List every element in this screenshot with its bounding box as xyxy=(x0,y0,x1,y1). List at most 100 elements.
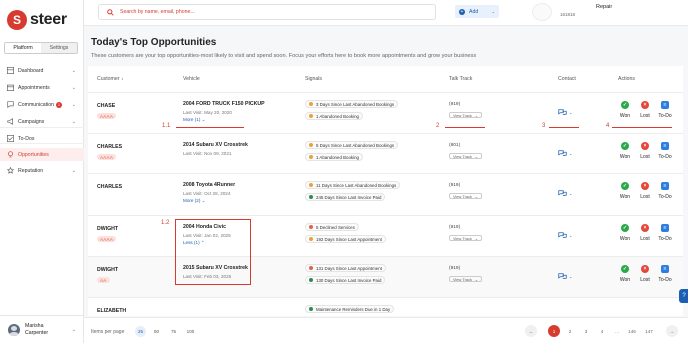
todo-label: To-Do xyxy=(658,154,672,160)
won-button[interactable]: ✓ Won xyxy=(616,224,634,242)
customer-name[interactable]: CHARLES xyxy=(97,144,122,150)
contact-button[interactable]: ⌄ xyxy=(558,190,572,196)
tab-settings[interactable]: Settings xyxy=(41,43,77,53)
search-input[interactable]: Search by name, email, phone... xyxy=(98,4,436,20)
lightbulb-icon xyxy=(6,151,14,159)
close-circle-icon: × xyxy=(641,265,649,273)
table-row[interactable]: ELIZABETH Maintenance Reminders Due in 1 … xyxy=(88,297,683,317)
todo-button[interactable]: ≡ To-Do xyxy=(656,101,674,119)
talk-track-phone: (801) xyxy=(449,143,461,148)
todo-button[interactable]: ≡ To-Do xyxy=(656,265,674,283)
page-button[interactable]: 2 xyxy=(564,325,576,337)
todo-label: To-Do xyxy=(658,113,672,119)
chevron-down-icon: ⌄ xyxy=(569,109,573,115)
more-vehicles-link[interactable]: More (2) ⌄ xyxy=(183,198,206,204)
help-button[interactable]: ? xyxy=(679,289,688,303)
page-button[interactable]: 146 xyxy=(626,325,638,337)
signal-chip: 245 Days Since Last Invoice Paid xyxy=(305,193,386,201)
lost-button[interactable]: × Lost xyxy=(636,224,654,242)
sidebar-item-label: Communication xyxy=(18,101,55,108)
customer-name[interactable]: DWIGHT xyxy=(97,226,118,232)
per-page-option[interactable]: 50 xyxy=(151,326,162,337)
sidebar-item-appointments[interactable]: Appointments ⌄ xyxy=(0,81,84,94)
lost-button[interactable]: × Lost xyxy=(636,142,654,160)
signal-chip: Maintenance Reminders Due in 1 Day xyxy=(305,305,395,313)
view-track-label: View Track xyxy=(453,193,472,199)
todo-list-icon: ≡ xyxy=(661,101,669,109)
todo-label: To-Do xyxy=(658,236,672,242)
customer-name[interactable]: CHASE xyxy=(97,103,115,109)
annotation-label: 1.1 xyxy=(162,123,171,129)
todo-label: To-Do xyxy=(658,277,672,283)
contact-button[interactable]: ⌄ xyxy=(558,232,572,238)
contact-button[interactable]: ⌄ xyxy=(558,109,572,115)
sidebar-item-dashboard[interactable]: Dashboard ⌄ xyxy=(0,64,84,77)
prev-page-button[interactable]: ← xyxy=(525,325,537,337)
signal-chip: 130 Days Since Last Invoice Paid xyxy=(305,276,386,284)
todo-button[interactable]: ≡ To-Do xyxy=(656,142,674,160)
table-row[interactable]: CHARLES 2008 Toyota 4Runner Last Visit: Oc… xyxy=(88,173,683,214)
user-menu[interactable]: Marisha Carpenter ⌄ xyxy=(0,315,84,343)
signal-text: 1 Abandoned Booking xyxy=(316,113,359,119)
sidebar-item-label: Appointments xyxy=(18,84,50,91)
customer-name[interactable]: CHARLES xyxy=(97,184,122,190)
signal-dot-icon xyxy=(309,278,313,282)
won-label: Won xyxy=(619,154,631,160)
signal-chip: 192 Days Since Last Appointment xyxy=(305,235,386,243)
view-track-button[interactable]: View Track ⌄ xyxy=(449,153,482,159)
search-placeholder: Search by name, email, phone... xyxy=(120,9,195,15)
sidebar-item-communication[interactable]: Communication 1 ⌄ xyxy=(0,98,84,111)
contact-button[interactable]: ⌄ xyxy=(558,150,572,156)
annotation-label: 2 xyxy=(436,123,440,129)
customer-name[interactable]: ELIZABETH xyxy=(97,308,126,314)
won-label: Won xyxy=(619,236,631,242)
chevron-down-icon: ⌄ xyxy=(569,232,573,238)
chevron-down-icon: ⌄ xyxy=(569,273,573,279)
annotation-label: 1.2 xyxy=(161,220,170,226)
per-page-option[interactable]: 100 xyxy=(185,326,196,337)
chevron-down-icon: ⌄ xyxy=(71,67,76,74)
todo-button[interactable]: ≡ To-Do xyxy=(656,182,674,200)
header-actions: Actions xyxy=(618,76,636,82)
page-button[interactable]: 3 xyxy=(580,325,592,337)
search-icon xyxy=(107,8,114,16)
contact-button[interactable]: ⌄ xyxy=(558,273,572,279)
more-vehicles-link[interactable]: More (1) ⌄ xyxy=(183,117,206,123)
per-page-option[interactable]: 25 xyxy=(135,326,146,337)
page-button[interactable]: 1 xyxy=(548,325,560,337)
lost-button[interactable]: × Lost xyxy=(636,101,654,119)
view-track-button[interactable]: View Track ⌄ xyxy=(449,193,482,199)
account-switcher[interactable] xyxy=(532,3,552,21)
account-name[interactable]: Repair xyxy=(596,4,612,10)
todo-button[interactable]: ≡ To-Do xyxy=(656,224,674,242)
tab-platform[interactable]: Platform xyxy=(5,43,41,53)
header-vehicle: Vehicle xyxy=(183,76,200,82)
table-row[interactable]: CHARLES AAAA 2014 Subaru XV Crosstrek Last … xyxy=(88,133,683,174)
lost-button[interactable]: × Lost xyxy=(636,182,654,200)
page-button[interactable]: 147 xyxy=(643,325,655,337)
page-button[interactable]: 4 xyxy=(596,325,608,337)
view-track-button[interactable]: View Track ⌄ xyxy=(449,235,482,241)
won-button[interactable]: ✓ Won xyxy=(616,101,634,119)
view-track-button[interactable]: View Track ⌄ xyxy=(449,112,482,118)
won-button[interactable]: ✓ Won xyxy=(616,142,634,160)
chat-bubbles-icon xyxy=(558,109,567,115)
chat-bubbles-icon xyxy=(558,150,567,156)
sidebar-item-reputation[interactable]: Reputation ⌄ xyxy=(0,164,84,177)
view-track-button[interactable]: View Track ⌄ xyxy=(449,276,482,282)
won-button[interactable]: ✓ Won xyxy=(616,182,634,200)
logo[interactable]: S steer xyxy=(7,10,67,30)
lost-button[interactable]: × Lost xyxy=(636,265,654,283)
chat-bubbles-icon xyxy=(558,232,567,238)
customer-name[interactable]: DWIGHT xyxy=(97,267,118,273)
close-circle-icon: × xyxy=(641,182,649,190)
todo-list-icon: ≡ xyxy=(661,142,669,150)
add-button[interactable]: + Add ⌄ xyxy=(455,5,499,18)
per-page-option[interactable]: 75 xyxy=(168,326,179,337)
won-button[interactable]: ✓ Won xyxy=(616,265,634,283)
sidebar-item-opportunities[interactable]: Opportunities xyxy=(0,148,84,161)
chevron-down-icon: ⌄ xyxy=(569,190,573,196)
header-customer[interactable]: Customer ↓ xyxy=(97,76,124,82)
next-page-button[interactable]: → xyxy=(666,325,678,337)
sort-arrow-icon: ↓ xyxy=(120,76,124,82)
